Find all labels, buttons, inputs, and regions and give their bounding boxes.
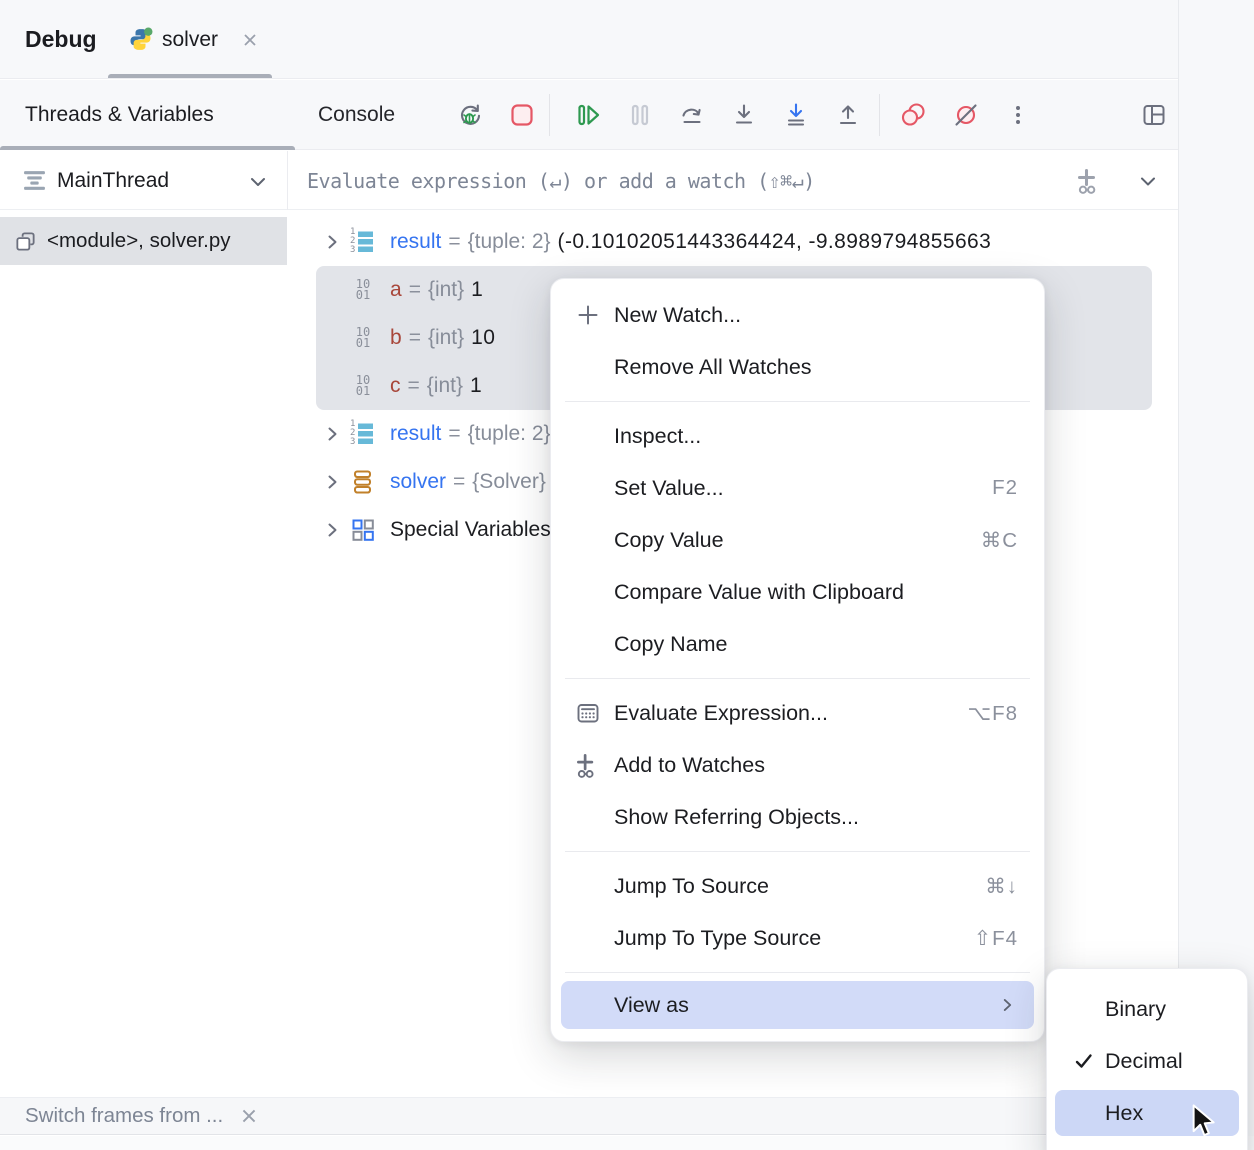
object-icon	[350, 469, 376, 495]
menu-separator	[565, 678, 1030, 679]
thread-icon	[22, 168, 47, 193]
menu-item-new-watch[interactable]: New Watch...	[551, 289, 1044, 341]
checkmark-icon	[1071, 1049, 1097, 1073]
threads-tab-underline	[0, 146, 295, 150]
menu-item-inspect[interactable]: Inspect...	[551, 410, 1044, 462]
mouse-cursor	[1190, 1104, 1218, 1138]
evaluate-expression-input[interactable]: Evaluate expression (↵) or add a watch (…	[307, 151, 815, 210]
chevron-down-icon[interactable]	[1136, 169, 1160, 193]
menu-item-add-to-watches[interactable]: Add to Watches	[551, 739, 1044, 791]
menu-item-copy-name[interactable]: Copy Name	[551, 618, 1044, 670]
evaluate-placeholder: Evaluate expression (↵) or add a watch (…	[307, 169, 815, 193]
variable-name: result	[390, 230, 441, 254]
variable-name: result	[390, 422, 441, 446]
more-options-button[interactable]	[1004, 101, 1032, 129]
python-icon	[128, 27, 153, 52]
toolbar-separator	[879, 94, 880, 136]
menu-separator	[565, 972, 1030, 973]
menu-item-remove-all-watches[interactable]: Remove All Watches	[551, 341, 1044, 393]
rerun-debug-button[interactable]	[456, 101, 484, 129]
tab-solver[interactable]: solver	[108, 0, 272, 79]
variable-name: a	[390, 278, 402, 302]
chevron-right-icon[interactable]	[320, 470, 344, 494]
chevron-right-icon[interactable]	[320, 422, 344, 446]
submenu-item-decimal[interactable]: Decimal	[1047, 1035, 1247, 1087]
add-watch-icon	[573, 752, 603, 779]
chevron-right-icon[interactable]	[320, 230, 344, 254]
variable-name: b	[390, 326, 402, 350]
tab-threads-variables[interactable]: Threads & Variables	[25, 80, 214, 150]
status-bar: Switch frames from ...	[0, 1097, 1178, 1135]
plus-icon	[573, 302, 603, 328]
variable-value: 1	[470, 374, 482, 398]
step-over-button[interactable]	[678, 101, 706, 129]
chevron-right-icon[interactable]	[320, 518, 344, 542]
tab-close-icon[interactable]	[241, 31, 259, 49]
variable-name: c	[390, 374, 401, 398]
tuple-icon: 123	[350, 229, 376, 255]
variable-value: 1	[471, 278, 483, 302]
variable-row-result[interactable]: 123 result = {tuple: 2} (-0.101020514433…	[287, 218, 1178, 266]
menu-item-jump-to-type-source[interactable]: Jump To Type Source ⇧F4	[551, 912, 1044, 964]
calculator-icon	[573, 700, 603, 726]
group-icon	[350, 517, 376, 543]
group-label: Special Variables	[390, 518, 551, 542]
frame-icon	[14, 230, 37, 253]
variable-name: solver	[390, 470, 446, 494]
view-breakpoints-button[interactable]	[899, 101, 927, 129]
frame-row-module[interactable]: <module>, solver.py	[0, 217, 287, 265]
menu-item-copy-value[interactable]: Copy Value ⌘C	[551, 514, 1044, 566]
frame-label: <module>, solver.py	[47, 229, 230, 253]
tab-console[interactable]: Console	[318, 80, 395, 150]
submenu-item-binary[interactable]: Binary	[1047, 983, 1247, 1035]
add-watch-icon[interactable]	[1076, 167, 1104, 195]
menu-item-jump-to-source[interactable]: Jump To Source ⌘↓	[551, 860, 1044, 912]
mute-breakpoints-button[interactable]	[952, 101, 980, 129]
debug-tool-window: Debug solver Threads & Variables Console	[0, 0, 1254, 1150]
variable-value: (-0.10102051443364424, -9.8989794855663	[558, 230, 992, 254]
thread-selector-label: MainThread	[57, 169, 169, 193]
tuple-icon: 123	[350, 421, 376, 447]
step-out-button[interactable]	[834, 101, 862, 129]
layout-settings-button[interactable]	[1140, 101, 1168, 129]
chevron-down-icon[interactable]	[246, 169, 270, 193]
menu-item-show-referring-objects[interactable]: Show Referring Objects...	[551, 791, 1044, 843]
menu-separator	[565, 851, 1030, 852]
menu-item-set-value[interactable]: Set Value... F2	[551, 462, 1044, 514]
submenu-chevron-icon	[996, 994, 1018, 1016]
int-icon: 1001	[350, 375, 376, 401]
pause-button[interactable]	[626, 101, 654, 129]
panel-headers: MainThread Evaluate expression (↵) or ad…	[0, 151, 1178, 210]
tool-window-title: Debug	[25, 0, 97, 79]
resume-button[interactable]	[574, 101, 602, 129]
stop-button[interactable]	[508, 101, 536, 129]
variables-context-menu: New Watch... Remove All Watches Inspect.…	[550, 278, 1045, 1042]
menu-item-view-as[interactable]: View as	[561, 981, 1034, 1029]
variable-value: 10	[471, 326, 495, 350]
step-into-button[interactable]	[730, 101, 758, 129]
menu-item-compare-value-with-clipboard[interactable]: Compare Value with Clipboard	[551, 566, 1044, 618]
debug-header: Debug solver	[0, 0, 1178, 79]
thread-selector[interactable]: MainThread	[0, 151, 287, 210]
close-icon[interactable]	[239, 1106, 259, 1126]
tab-solver-label: solver	[162, 28, 218, 52]
force-step-into-button[interactable]	[782, 101, 810, 129]
int-icon: 1001	[350, 279, 376, 305]
int-icon: 1001	[350, 327, 376, 353]
frames-panel: <module>, solver.py	[0, 210, 287, 1097]
active-tab-underline	[108, 74, 272, 78]
debug-toolbar: Threads & Variables Console	[0, 80, 1178, 150]
menu-item-evaluate-expression[interactable]: Evaluate Expression... ⌥F8	[551, 687, 1044, 739]
menu-separator	[565, 401, 1030, 402]
toolbar-separator	[549, 94, 550, 136]
status-message: Switch frames from ...	[25, 1104, 223, 1128]
